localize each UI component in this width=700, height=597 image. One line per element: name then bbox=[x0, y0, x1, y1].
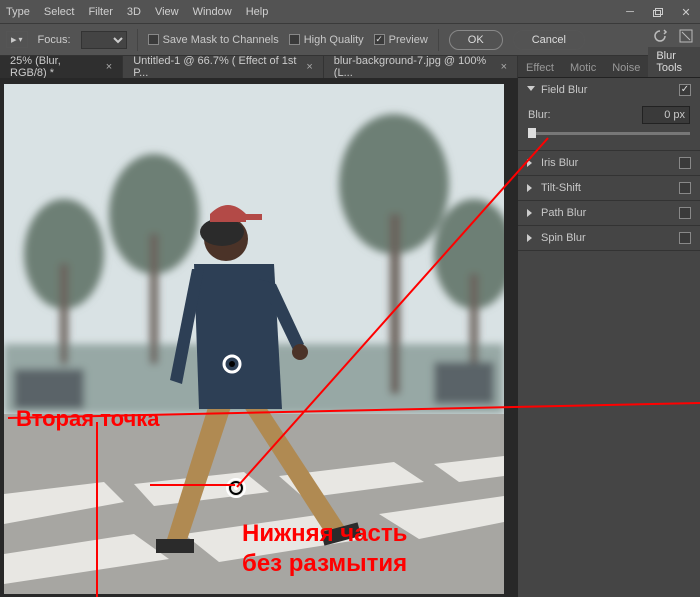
iris-blur-toggle[interactable] bbox=[679, 157, 691, 169]
divider bbox=[137, 29, 138, 51]
section-path-blur: Path Blur bbox=[518, 201, 700, 226]
panel-tab-blur-tools[interactable]: Blur Tools bbox=[648, 47, 700, 77]
section-title: Spin Blur bbox=[541, 232, 586, 244]
tab-label: 25% (Blur, RGB/8) * bbox=[10, 55, 100, 79]
panel-tabs: Effect Motic Noise Blur Tools bbox=[518, 56, 700, 78]
field-blur-toggle[interactable] bbox=[679, 84, 691, 96]
chevron-right-icon bbox=[527, 159, 535, 167]
menu-select[interactable]: Select bbox=[44, 6, 75, 18]
cancel-button[interactable]: Cancel bbox=[513, 30, 585, 50]
spin-blur-toggle[interactable] bbox=[679, 232, 691, 244]
menubar: Type Select Filter 3D View Window Help bbox=[0, 0, 700, 24]
menu-3d[interactable]: 3D bbox=[127, 6, 141, 18]
menu-view[interactable]: View bbox=[155, 6, 179, 18]
chevron-right-icon bbox=[527, 209, 535, 217]
tab-doc-1[interactable]: 25% (Blur, RGB/8) * × bbox=[0, 56, 123, 78]
menu-window[interactable]: Window bbox=[193, 6, 232, 18]
tool-preset-icon[interactable]: ▸▾ bbox=[6, 31, 28, 48]
panel-tab-noise[interactable]: Noise bbox=[604, 59, 648, 77]
save-mask-label: Save Mask to Channels bbox=[163, 34, 279, 46]
ok-button[interactable]: OK bbox=[449, 30, 503, 50]
menu-type[interactable]: Type bbox=[6, 6, 30, 18]
save-mask-checkbox[interactable]: Save Mask to Channels bbox=[148, 34, 279, 46]
panel-tab-effect[interactable]: Effect bbox=[518, 59, 562, 77]
section-tilt-shift: Tilt-Shift bbox=[518, 176, 700, 201]
path-blur-toggle[interactable] bbox=[679, 207, 691, 219]
section-iris-blur: Iris Blur bbox=[518, 151, 700, 176]
section-header[interactable]: Spin Blur bbox=[518, 226, 700, 250]
menu-filter[interactable]: Filter bbox=[88, 6, 112, 18]
options-bar: ▸▾ Focus: Save Mask to Channels High Qua… bbox=[0, 24, 700, 56]
high-quality-label: High Quality bbox=[304, 34, 364, 46]
preview-label: Preview bbox=[389, 34, 428, 46]
canvas[interactable] bbox=[0, 78, 518, 597]
close-icon[interactable]: ✕ bbox=[672, 0, 700, 24]
tilt-shift-toggle[interactable] bbox=[679, 182, 691, 194]
close-tab-icon[interactable]: × bbox=[106, 61, 112, 73]
focus-select[interactable] bbox=[81, 31, 127, 49]
canvas-image bbox=[4, 84, 504, 594]
section-title: Field Blur bbox=[541, 84, 587, 96]
blur-label: Blur: bbox=[528, 109, 551, 121]
section-header[interactable]: Path Blur bbox=[518, 201, 700, 225]
tab-doc-3[interactable]: blur-background-7.jpg @ 100% (L... × bbox=[324, 56, 518, 78]
reset-icon[interactable] bbox=[652, 28, 668, 44]
divider bbox=[438, 29, 439, 51]
tab-label: blur-background-7.jpg @ 100% (L... bbox=[334, 55, 495, 79]
menu-help[interactable]: Help bbox=[246, 6, 269, 18]
section-title: Path Blur bbox=[541, 207, 586, 219]
section-header[interactable]: Iris Blur bbox=[518, 151, 700, 175]
high-quality-checkbox[interactable]: High Quality bbox=[289, 34, 364, 46]
section-field-blur: Field Blur Blur: 0 px bbox=[518, 78, 700, 151]
close-tab-icon[interactable]: × bbox=[306, 61, 312, 73]
restore-icon[interactable] bbox=[644, 0, 672, 24]
section-spin-blur: Spin Blur bbox=[518, 226, 700, 251]
minimize-icon[interactable]: ─ bbox=[616, 0, 644, 24]
document-tabs: 25% (Blur, RGB/8) * × Untitled-1 @ 66.7% … bbox=[0, 56, 518, 78]
blur-slider[interactable] bbox=[528, 126, 690, 140]
section-header[interactable]: Field Blur bbox=[518, 78, 700, 102]
section-title: Tilt-Shift bbox=[541, 182, 581, 194]
chevron-right-icon bbox=[527, 184, 535, 192]
window-controls: ─ ✕ bbox=[616, 0, 700, 24]
chevron-right-icon bbox=[527, 234, 535, 242]
focus-label: Focus: bbox=[38, 34, 71, 46]
close-tab-icon[interactable]: × bbox=[501, 61, 507, 73]
tab-label: Untitled-1 @ 66.7% ( Effect of 1st P... bbox=[133, 55, 300, 79]
section-title: Iris Blur bbox=[541, 157, 578, 169]
section-header[interactable]: Tilt-Shift bbox=[518, 176, 700, 200]
blur-value[interactable]: 0 px bbox=[642, 106, 690, 124]
chevron-down-icon bbox=[527, 86, 535, 94]
remove-pins-icon[interactable] bbox=[678, 28, 694, 44]
preview-checkbox[interactable]: Preview bbox=[374, 34, 428, 46]
tab-doc-2[interactable]: Untitled-1 @ 66.7% ( Effect of 1st P... × bbox=[123, 56, 324, 78]
blur-tools-panel: Effect Motic Noise Blur Tools Field Blur… bbox=[518, 56, 700, 597]
panel-tab-motion[interactable]: Motic bbox=[562, 59, 604, 77]
